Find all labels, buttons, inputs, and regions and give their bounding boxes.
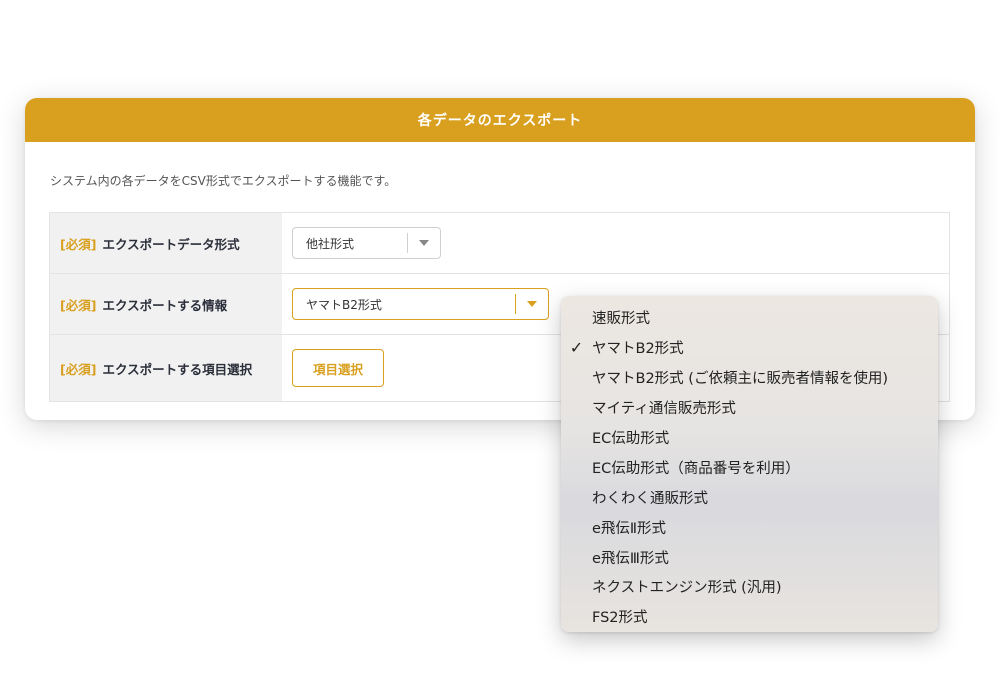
label-text: エクスポートする情報: [102, 297, 228, 313]
option-label: EC伝助形式: [592, 431, 670, 447]
select-value: ヤマトB2形式: [306, 297, 382, 312]
dropdown-option[interactable]: ネクストエンジン形式 (汎用): [561, 572, 938, 602]
dropdown-option-selected[interactable]: ✓ ヤマトB2形式: [561, 333, 938, 363]
option-label: e飛伝Ⅱ形式: [592, 520, 667, 537]
dropdown-option[interactable]: ヤマトB2形式 (ご依頼主に販売者情報を使用): [561, 363, 938, 393]
label-text: エクスポートデータ形式: [102, 236, 240, 252]
option-label: マイティ通信販売形式: [592, 401, 736, 418]
option-label: ヤマトB2形式 (ご依頼主に販売者情報を使用): [592, 371, 889, 388]
dropdown-option[interactable]: EC伝助形式: [561, 423, 938, 453]
option-label: ネクストエンジン形式 (汎用): [592, 580, 782, 597]
form-label: [必須] エクスポートする情報: [49, 274, 282, 334]
export-info-dropdown-menu: 速販形式 ✓ ヤマトB2形式 ヤマトB2形式 (ご依頼主に販売者情報を使用) マイ…: [561, 296, 938, 632]
select-items-button[interactable]: 項目選択: [292, 349, 384, 387]
option-label: EC伝助形式（商品番号を利用）: [592, 460, 800, 477]
required-tag: [必須]: [60, 297, 97, 313]
option-label: わくわく通販形式: [592, 490, 708, 507]
dropdown-option[interactable]: 速販形式: [561, 303, 938, 333]
option-label: FS2形式: [592, 610, 648, 627]
data-format-select[interactable]: 他社形式: [292, 227, 441, 259]
select-value: 他社形式: [306, 236, 355, 251]
dropdown-option[interactable]: e飛伝Ⅲ形式: [561, 542, 938, 572]
chevron-down-icon[interactable]: [516, 301, 548, 307]
check-icon: ✓: [569, 338, 584, 358]
form-row-format: [必須] エクスポートデータ形式 他社形式: [49, 213, 950, 274]
form-label: [必須] エクスポートデータ形式: [49, 213, 282, 273]
dropdown-option[interactable]: FS2形式: [561, 602, 938, 632]
dropdown-option[interactable]: e飛伝Ⅱ形式: [561, 512, 938, 542]
dropdown-option[interactable]: マイティ通信販売形式: [561, 393, 938, 423]
dropdown-option[interactable]: わくわく通販形式: [561, 482, 938, 512]
panel-description: システム内の各データをCSV形式でエクスポートする機能です。: [50, 174, 397, 188]
export-info-select[interactable]: ヤマトB2形式: [292, 288, 549, 320]
chevron-down-icon[interactable]: [408, 240, 440, 246]
form-label: [必須] エクスポートする項目選択: [49, 335, 282, 401]
option-label: ヤマトB2形式: [592, 341, 684, 358]
label-text: エクスポートする項目選択: [102, 361, 253, 377]
panel-title: 各データのエクスポート: [25, 98, 975, 142]
required-tag: [必須]: [60, 236, 97, 252]
option-label: 速販形式: [592, 311, 650, 328]
dropdown-option[interactable]: EC伝助形式（商品番号を利用）: [561, 452, 938, 482]
form-value: 他社形式: [282, 213, 950, 273]
option-label: e飛伝Ⅲ形式: [592, 550, 669, 567]
required-tag: [必須]: [60, 361, 97, 377]
